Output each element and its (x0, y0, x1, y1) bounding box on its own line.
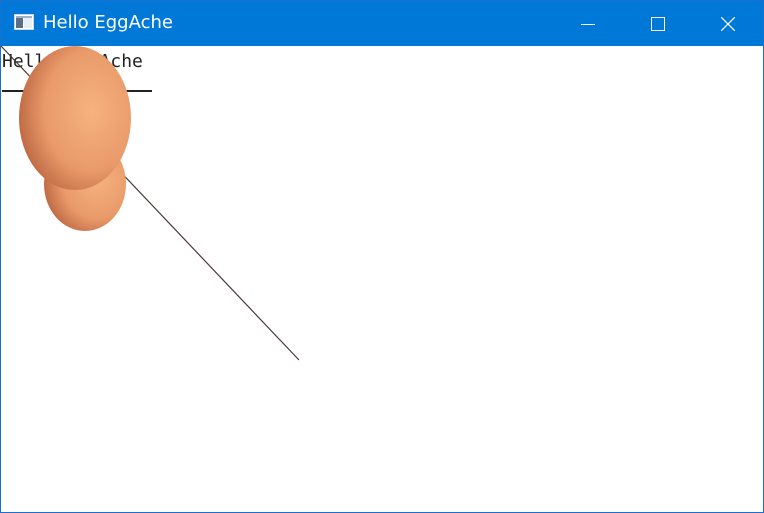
close-icon (721, 16, 735, 31)
drawing-canvas[interactable]: Hello EggAche (1, 46, 763, 512)
title-bar[interactable]: Hello EggAche (1, 1, 763, 46)
minimize-icon (581, 17, 595, 31)
maximize-icon (651, 16, 665, 31)
maximize-button[interactable] (623, 1, 693, 46)
close-button[interactable] (693, 1, 763, 46)
large-egg (19, 46, 131, 190)
minimize-button[interactable] (553, 1, 623, 46)
egg-scene (1, 46, 300, 361)
app-window: Hello EggAche Hello (0, 0, 764, 513)
window-title: Hello EggAche (43, 12, 173, 33)
app-window-icon (14, 14, 34, 30)
